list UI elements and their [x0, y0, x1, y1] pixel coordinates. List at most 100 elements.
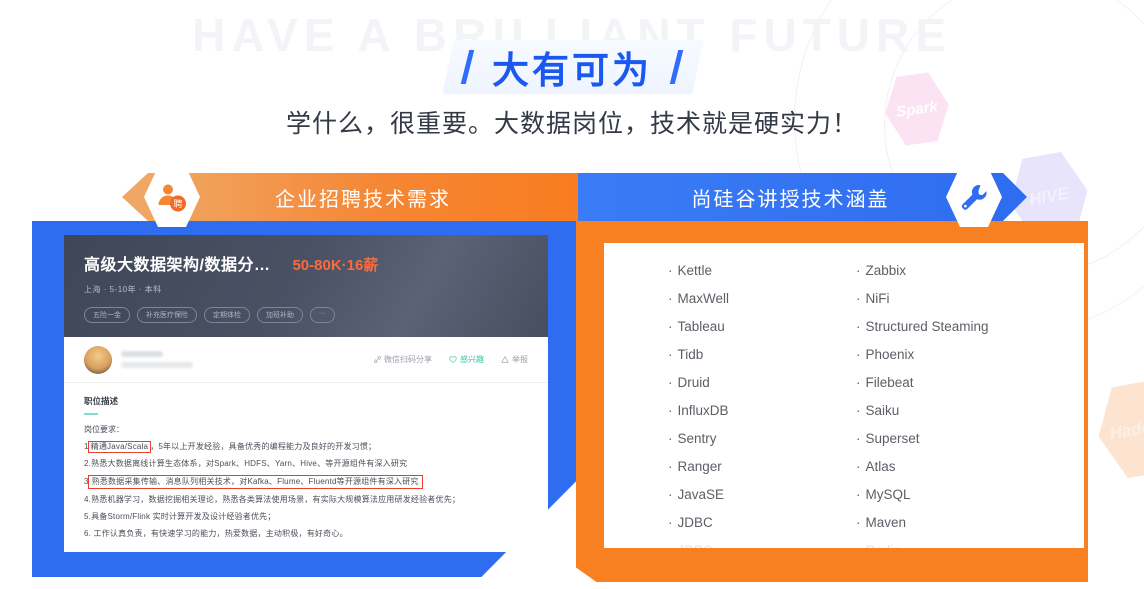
bullet-icon: ·: [668, 347, 673, 362]
job-description-body: 职位描述 岗位要求： 1 精通Java/Scala ，5年以上开发经验，具备优秀的编…: [64, 383, 548, 539]
tech-item: · MaxWell: [668, 285, 856, 313]
tech-item-label: JDBC: [678, 543, 713, 548]
requirement-text: 工作认真负责，有快速学习的能力，热爱数据，主动积极，有好奇心。: [91, 529, 348, 538]
bullet-icon: ·: [668, 263, 673, 278]
warning-icon: [501, 356, 509, 363]
tech-item-label: JavaSE: [677, 487, 725, 502]
job-card-header: 高级大数据架构/数据分… 50-80K·16薪 上海 · 5-10年 · 本科 …: [64, 235, 548, 337]
job-salary: 50-80K·16薪: [292, 257, 379, 274]
recruiter-identity: [121, 351, 193, 368]
interested-action-label: 感兴趣: [460, 355, 484, 364]
interested-action[interactable]: 感兴趣: [449, 354, 484, 365]
job-tag: 补充医疗保险: [137, 307, 197, 323]
recruiter-name-redacted: [121, 351, 163, 357]
bullet-icon: ·: [856, 487, 861, 502]
tech-item-cutoff: · JDBC: [668, 537, 856, 548]
bullet-icon: ·: [856, 291, 861, 306]
bullet-icon: ·: [856, 263, 861, 278]
slash-right-icon: [669, 50, 684, 84]
tech-item-label: InfluxDB: [677, 403, 729, 418]
banner-left-label: 企业招聘技术需求: [275, 188, 451, 211]
tech-column-left: · Kettle · MaxWell · Tableau · Tidb · Druid ·…: [668, 257, 856, 548]
report-action-label: 举报: [512, 355, 528, 364]
tech-item: · Kettle: [668, 257, 856, 285]
requirement-text: 熟悉大数据离线计算生态体系，对Spark、HDFS、Yarn、Hive、等开源组…: [91, 459, 408, 468]
recruiter-company-redacted: [121, 362, 193, 368]
tech-item-label: Redis: [866, 543, 901, 548]
tech-item: · Tidb: [668, 341, 856, 369]
jd-subheading: 岗位要求：: [84, 425, 124, 434]
tech-item-label: Druid: [677, 375, 710, 390]
job-action-bar: 微信扫码分享 感兴趣 举报: [374, 354, 528, 365]
tech-item: · JavaSE: [668, 481, 856, 509]
requirement-number: 6: [84, 529, 89, 538]
tech-item-label: Ranger: [677, 459, 722, 474]
bullet-icon: ·: [856, 515, 861, 530]
bullet-icon: ·: [856, 403, 861, 418]
bullet-icon: ·: [668, 515, 673, 530]
requirement-item: 2.熟悉大数据离线计算生态体系，对Spark、HDFS、Yarn、Hive、等开…: [84, 459, 408, 468]
requirement-item: 3 熟悉数据采集传输、消息队列相关技术，对Kafka、Flume、Fluentd等…: [84, 475, 528, 489]
bullet-icon: ·: [668, 431, 673, 446]
tech-item-cutoff: · Redis: [856, 537, 1044, 548]
tech-item: · Zabbix: [856, 257, 1044, 285]
requirement-text-boxed: 熟悉数据采集传输、消息队列相关技术，对Kafka、Flume、Fluentd等开…: [87, 475, 423, 489]
hex-badge-hadoop: Hadoop: [1090, 374, 1144, 483]
bullet-icon: ·: [668, 459, 673, 474]
avatar: [84, 345, 112, 374]
bullet-icon: ·: [856, 347, 861, 362]
bullet-icon: ·: [668, 319, 673, 334]
heart-icon: [449, 356, 457, 363]
requirement-number: 4: [84, 495, 89, 504]
tech-item-label: Superset: [865, 431, 920, 446]
tech-item-label: Sentry: [677, 431, 717, 446]
bullet-icon: ·: [856, 431, 861, 446]
requirement-item: 4.熟悉机器学习，数据挖掘相关理论，熟悉各类算法使用场景，有实际大规模算法应用研…: [84, 495, 461, 504]
tech-item-label: Zabbix: [865, 263, 907, 278]
tech-item: · Saiku: [856, 397, 1044, 425]
banner-enterprise-demand: 企业招聘技术需求: [122, 173, 602, 221]
requirement-item: 1 精通Java/Scala ，5年以上开发经验，具备优秀的编程能力及良好的开发习惯…: [84, 441, 528, 453]
bullet-icon: ·: [856, 319, 861, 334]
tech-item: · Druid: [668, 369, 856, 397]
bullet-icon: ·: [856, 459, 861, 474]
tech-item: · Filebeat: [856, 369, 1044, 397]
bullet-icon: ·: [668, 487, 673, 502]
page-subtitle: 学什么，很重要。大数据岗位，技术就是硬实力！: [285, 110, 858, 138]
job-recruiter-row: 微信扫码分享 感兴趣 举报: [64, 337, 548, 383]
bullet-icon: ·: [856, 375, 861, 390]
bullet-icon: ·: [668, 375, 673, 390]
job-benefit-tags: 五险一金 补充医疗保险 定期体检 加班补助 ···: [84, 307, 528, 323]
job-meta: 上海 · 5-10年 · 本科: [84, 285, 162, 294]
job-tag: 加班补助: [257, 307, 303, 323]
link-icon: [374, 356, 381, 363]
job-title-row: 高级大数据架构/数据分… 50-80K·16薪: [84, 251, 528, 275]
job-title: 高级大数据架构/数据分…: [84, 257, 271, 274]
job-tag-more[interactable]: ···: [310, 307, 335, 323]
tech-coverage-card: · Kettle · MaxWell · Tableau · Tidb · Druid ·…: [604, 243, 1084, 548]
tech-item-label: Kettle: [677, 263, 713, 278]
requirement-number: 2: [84, 459, 89, 468]
bullet-icon: ·: [856, 543, 861, 548]
tech-item-label: Phoenix: [865, 347, 915, 362]
banner-atguigu-coverage: 尚硅谷讲授技术涵盖: [578, 173, 1027, 221]
tech-item: · Ranger: [668, 453, 856, 481]
tech-item: · Sentry: [668, 425, 856, 453]
job-tag: 定期体检: [204, 307, 250, 323]
requirement-text: 具备Storm/Flink 实时计算开发及设计经验者优先；: [91, 512, 276, 521]
tech-item-label: Structured Steaming: [865, 319, 989, 334]
banner-right-label: 尚硅谷讲授技术涵盖: [691, 188, 890, 211]
svg-text:聘: 聘: [173, 198, 182, 210]
tech-item: · InfluxDB: [668, 397, 856, 425]
tech-item: · Structured Steaming: [856, 313, 1044, 341]
job-tag: 五险一金: [84, 307, 130, 323]
tech-item-label: Maven: [865, 515, 907, 530]
tech-item: · Phoenix: [856, 341, 1044, 369]
report-action[interactable]: 举报: [501, 354, 528, 365]
bullet-icon: ·: [668, 543, 673, 548]
tech-item-label: Tableau: [677, 319, 725, 334]
bullet-icon: ·: [668, 403, 673, 418]
tech-item-label: Atlas: [865, 459, 896, 474]
tech-item: · Maven: [856, 509, 1044, 537]
share-action[interactable]: 微信扫码分享: [374, 354, 432, 365]
